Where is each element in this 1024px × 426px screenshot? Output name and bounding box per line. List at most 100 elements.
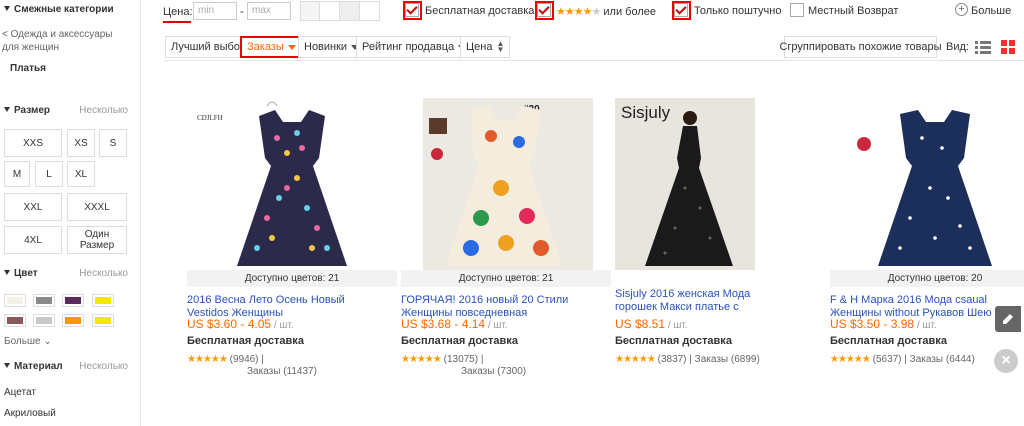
price-unit: / шт. (665, 320, 688, 331)
price-unit: / шт. (914, 320, 937, 331)
swatch-fill (36, 317, 52, 324)
available-colors: Доступно цветов: 21 (187, 270, 397, 287)
review-count[interactable]: (5637) | Заказы (6444) (873, 354, 975, 365)
grid-cell (319, 1, 340, 21)
rating-stars: ★★★★★ (615, 354, 656, 365)
free-shipping-checkbox[interactable] (405, 3, 419, 17)
caret-down-icon (287, 44, 296, 50)
more-filters-link[interactable]: Больше (971, 5, 1011, 17)
color-swatch-yellow[interactable] (92, 294, 114, 307)
size-heading[interactable]: Размер (4, 105, 50, 116)
price-value: US $8.51 (615, 317, 666, 331)
size-xs[interactable]: XS (67, 129, 95, 157)
collapse-triangle-icon (4, 270, 10, 275)
color-swatch-ivory[interactable] (4, 294, 26, 307)
size-m[interactable]: M (4, 161, 30, 187)
price-unit: / шт. (271, 320, 294, 331)
price-value: US $3.50 - 3.98 (830, 317, 915, 331)
swatch-fill (7, 317, 23, 324)
size-multi-link[interactable]: Несколько (79, 105, 128, 116)
order-count[interactable]: Заказы (7300) (461, 366, 526, 377)
shipping-info: Бесплатная доставка (187, 335, 304, 347)
color-swatch-purple[interactable] (62, 294, 84, 307)
rating-stars: ★★★★★ (187, 354, 228, 365)
material-heading[interactable]: Материал (4, 361, 63, 372)
dress-illustration: #20 (423, 98, 593, 270)
product-brand: CDJLFH (197, 114, 223, 122)
product-image[interactable] (830, 98, 1024, 270)
size-xxs[interactable]: XXS (4, 129, 62, 157)
color-multi-link[interactable]: Несколько (79, 268, 128, 279)
list-view-icon[interactable] (975, 41, 991, 54)
material-label: Материал (14, 361, 63, 372)
size-one-size[interactable]: Один Размер (67, 226, 127, 254)
review-count[interactable]: (3837) | Заказы (6899) (658, 354, 760, 365)
grid-cell (339, 1, 360, 21)
color-swatch-orange[interactable] (62, 314, 84, 327)
view-label: Вид: (946, 41, 969, 53)
sort-best-match[interactable]: Лучший выбор (165, 36, 253, 58)
close-icon[interactable]: × (994, 349, 1018, 373)
divider (163, 60, 1024, 61)
material-acrylic[interactable]: Акриловый (4, 408, 56, 419)
rating-suffix: или более (603, 6, 656, 18)
size-xxl[interactable]: XXL (4, 193, 62, 221)
price-value: US $3.60 - 4.05 (187, 317, 272, 331)
sort-seller-rating[interactable]: Рейтинг продавца (356, 36, 473, 58)
review-count[interactable]: (9946) | (230, 354, 264, 365)
product-image[interactable]: CDJLFH (187, 98, 397, 270)
dress-illustration: Sisjuly (615, 98, 755, 270)
plus-circle-icon[interactable]: + (955, 3, 968, 16)
price-min-input[interactable]: min (193, 2, 237, 20)
filter-sidebar: Смежные категории < Одежда и аксессуары … (0, 0, 141, 426)
product-rating: ★★★★★ (5637) | Заказы (6444) (830, 354, 975, 365)
size-xxxl[interactable]: XXXL (67, 193, 127, 221)
local-return-checkbox[interactable] (790, 3, 804, 17)
collapse-triangle-icon (4, 6, 10, 11)
product-image[interactable]: #20 (401, 98, 611, 270)
product-rating: ★★★★★ (9946) | (187, 354, 264, 365)
price-label: Цена: (163, 6, 193, 23)
rating-checkbox[interactable] (537, 3, 551, 17)
sort-orders[interactable]: Заказы (240, 36, 303, 58)
product-price: US $8.51 / шт. (615, 317, 688, 331)
grid-view-icon[interactable] (1001, 40, 1015, 54)
product-image[interactable]: Sisjuly (615, 98, 825, 270)
color-swatch-silver[interactable] (33, 314, 55, 327)
swatch-fill (65, 317, 81, 324)
size-4xl[interactable]: 4XL (4, 226, 62, 254)
price-max-input[interactable]: max (247, 2, 291, 20)
sort-seller-label: Рейтинг продавца (362, 41, 455, 53)
grid-cell (359, 1, 380, 21)
product-rating: ★★★★★ (13075) | (401, 354, 483, 365)
image-label: Sisjuly (621, 103, 671, 122)
related-categories-heading[interactable]: Смежные категории (4, 4, 114, 15)
breadcrumb-link[interactable]: < Одежда и аксессуары для женщин (2, 28, 132, 54)
shipping-info: Бесплатная доставка (830, 335, 947, 347)
available-colors: Доступно цветов: 20 (830, 270, 1024, 287)
product-title[interactable]: Sisjuly 2016 женская Мода горошек Макси … (615, 288, 825, 314)
color-swatch-gold[interactable] (92, 314, 114, 327)
price-apply-button[interactable] (300, 1, 380, 21)
size-l[interactable]: L (35, 161, 63, 187)
review-count[interactable]: (13075) | (444, 354, 484, 365)
order-count[interactable]: Заказы (11437) (247, 366, 317, 377)
color-swatch-rose[interactable] (4, 314, 26, 327)
swatch-fill (95, 297, 111, 304)
size-xl[interactable]: XL (67, 161, 95, 187)
pencil-icon[interactable] (995, 306, 1021, 332)
shipping-info: Бесплатная доставка (615, 335, 732, 347)
color-heading[interactable]: Цвет (4, 268, 38, 279)
size-s[interactable]: S (99, 129, 127, 157)
color-swatch-gray[interactable] (33, 294, 55, 307)
product-price: US $3.60 - 4.05 / шт. (187, 317, 294, 331)
material-acetate[interactable]: Ацетат (4, 387, 36, 398)
material-multi-link[interactable]: Несколько (79, 361, 128, 372)
wholesale-checkbox[interactable] (674, 3, 688, 17)
collapse-triangle-icon (4, 363, 10, 368)
swatch-fill (7, 297, 23, 304)
swatch-fill (95, 317, 111, 324)
more-colors-link[interactable]: Больше ⌄ (4, 336, 52, 347)
group-similar-button[interactable]: Сгруппировать похожие товары (779, 36, 942, 58)
sort-price[interactable]: Цена ▲ ▼ (460, 36, 511, 58)
